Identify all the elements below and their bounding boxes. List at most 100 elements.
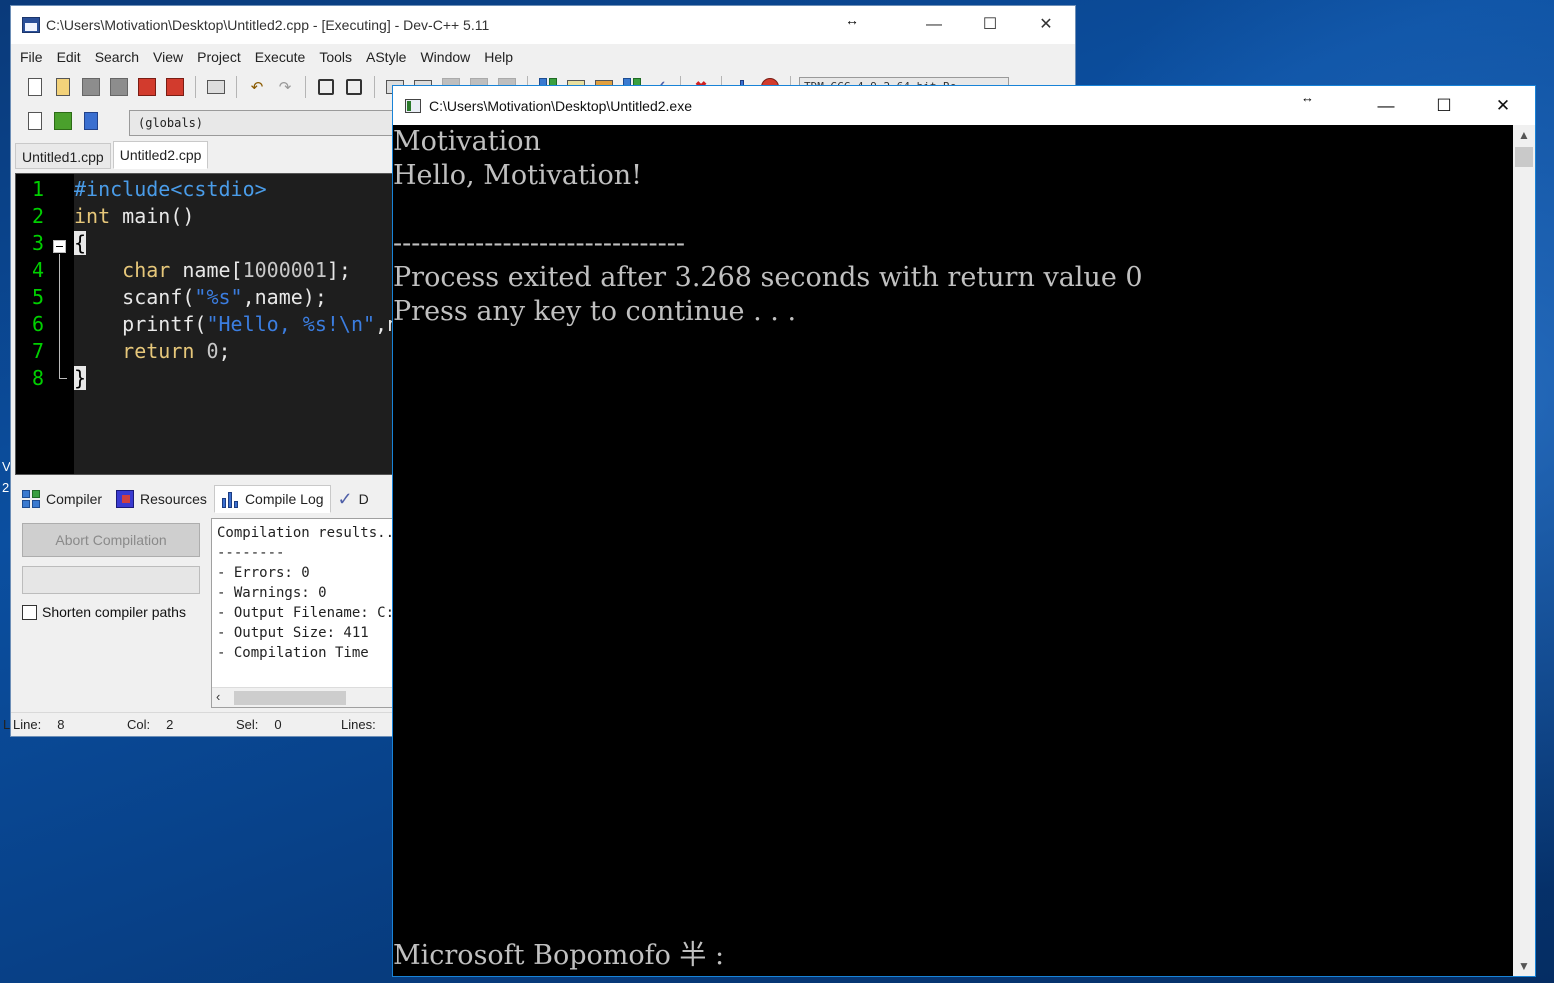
resources-icon bbox=[116, 490, 135, 508]
undo-button[interactable]: ↶ bbox=[245, 75, 269, 99]
new-file-button[interactable] bbox=[23, 75, 47, 99]
matched-brace: { bbox=[74, 231, 87, 255]
menu-edit[interactable]: Edit bbox=[50, 49, 88, 65]
menu-search[interactable]: Search bbox=[88, 49, 146, 65]
status-col-label: Col: bbox=[127, 717, 151, 732]
status-sel: Sel: 0 bbox=[236, 717, 282, 732]
close-all-button[interactable] bbox=[163, 75, 187, 99]
goto-icon bbox=[54, 112, 72, 130]
code-text-area[interactable]: #include<cstdio> int main() { char name[… bbox=[74, 174, 394, 474]
tab-compiler[interactable]: Compiler bbox=[15, 485, 109, 513]
print-icon bbox=[207, 80, 225, 94]
save-button[interactable] bbox=[79, 75, 103, 99]
close-file-button[interactable] bbox=[135, 75, 159, 99]
save-icon bbox=[82, 78, 100, 96]
console-window: C:\Users\Motivation\Desktop\Untitled2.ex… bbox=[392, 85, 1536, 977]
shorten-paths-checkbox[interactable] bbox=[22, 604, 37, 620]
fold-guide bbox=[59, 254, 60, 378]
console-vertical-scrollbar[interactable]: ▲ ▼ bbox=[1513, 125, 1535, 976]
menu-astyle[interactable]: AStyle bbox=[359, 49, 413, 65]
tab-untitled1[interactable]: Untitled1.cpp bbox=[15, 143, 111, 169]
scrollbar-thumb[interactable] bbox=[234, 691, 346, 705]
line-number: 8 bbox=[31, 366, 45, 390]
compile-log-output[interactable]: Compilation results... -------- - Errors… bbox=[211, 518, 399, 708]
tab-resources[interactable]: Resources bbox=[109, 485, 214, 513]
console-close-button[interactable]: ✕ bbox=[1474, 86, 1532, 125]
save-all-icon bbox=[110, 78, 128, 96]
status-line-label: Line: bbox=[13, 717, 42, 732]
find-button[interactable] bbox=[314, 75, 338, 99]
console-maximize-button[interactable]: ☐ bbox=[1415, 86, 1473, 125]
toolbar-separator bbox=[305, 76, 306, 98]
scrollbar-thumb[interactable] bbox=[1515, 147, 1533, 167]
menu-help[interactable]: Help bbox=[477, 49, 520, 65]
code-token: name[ bbox=[170, 258, 243, 282]
bookmark-button[interactable] bbox=[79, 109, 103, 133]
abort-compilation-button[interactable]: Abort Compilation bbox=[22, 523, 200, 557]
menu-view[interactable]: View bbox=[146, 49, 190, 65]
line-number: 3 bbox=[31, 231, 45, 255]
save-all-button[interactable] bbox=[107, 75, 131, 99]
bottom-panel-tabs: Compiler Resources Compile Log ✓ D bbox=[15, 484, 376, 514]
shorten-paths-option[interactable]: Shorten compiler paths bbox=[22, 604, 186, 620]
console-line: Process exited after 3.268 seconds with … bbox=[393, 262, 1143, 293]
redo-button[interactable]: ↷ bbox=[273, 75, 297, 99]
check-icon: ✓ bbox=[337, 488, 353, 509]
indent-token bbox=[74, 258, 122, 282]
status-lines: Lines: bbox=[341, 717, 376, 732]
console-output[interactable]: Motivation Hello, Motivation! ----------… bbox=[393, 125, 1513, 976]
close-button[interactable]: ✕ bbox=[1018, 6, 1074, 44]
log-line: Compilation results... bbox=[217, 525, 399, 541]
desktop-edge-text: 2 bbox=[2, 480, 10, 495]
find-icon bbox=[318, 79, 334, 95]
console-title-bar[interactable]: C:\Users\Motivation\Desktop\Untitled2.ex… bbox=[393, 86, 1535, 125]
tab-compile-log-label: Compile Log bbox=[244, 491, 324, 507]
scope-select[interactable]: (globals) bbox=[129, 110, 399, 136]
open-file-button[interactable] bbox=[51, 75, 75, 99]
toolbar-separator bbox=[195, 76, 196, 98]
scroll-up-icon[interactable]: ▲ bbox=[1513, 125, 1535, 145]
resize-cursor-icon: ↔ bbox=[1301, 90, 1314, 105]
print-button[interactable] bbox=[204, 75, 228, 99]
window-title: C:\Users\Motivation\Desktop\Untitled2.cp… bbox=[46, 17, 490, 33]
log-horizontal-scrollbar[interactable]: ‹ bbox=[212, 687, 398, 707]
menu-execute[interactable]: Execute bbox=[248, 49, 313, 65]
open-file-icon bbox=[56, 78, 70, 96]
menu-project[interactable]: Project bbox=[190, 49, 248, 65]
status-sel-value: 0 bbox=[274, 717, 282, 732]
indent-button[interactable] bbox=[23, 109, 47, 133]
tab-untitled2[interactable]: Untitled2.cpp bbox=[112, 141, 209, 169]
console-line: -------------------------------- bbox=[393, 228, 685, 259]
goto-button[interactable] bbox=[51, 109, 75, 133]
undo-icon: ↶ bbox=[250, 79, 264, 96]
code-editor[interactable]: 1 2 3 4 5 6 7 8 #include<cstdio> int mai… bbox=[15, 173, 395, 475]
log-line: - Errors: 0 bbox=[217, 565, 310, 581]
console-line: Press any key to continue . . . bbox=[393, 296, 797, 327]
string-token: "%s" bbox=[194, 285, 243, 309]
title-bar[interactable]: C:\Users\Motivation\Desktop\Untitled2.cp… bbox=[11, 6, 1075, 44]
code-line: { bbox=[74, 230, 394, 257]
compiler-icon bbox=[22, 490, 40, 508]
menu-bar: File Edit Search View Project Execute To… bbox=[11, 44, 1075, 70]
line-number: 5 bbox=[31, 285, 45, 309]
console-minimize-button[interactable]: — bbox=[1357, 86, 1415, 125]
replace-button[interactable] bbox=[342, 75, 366, 99]
fold-collapse-icon[interactable] bbox=[53, 240, 66, 253]
scroll-left-icon[interactable]: ‹ bbox=[216, 689, 220, 704]
line-gutter: 1 2 3 4 5 6 7 8 bbox=[16, 174, 74, 474]
status-sel-label: Sel: bbox=[236, 717, 259, 732]
close-all-icon bbox=[166, 78, 184, 96]
log-line: - Output Filename: C:\Users\Motivation\D… bbox=[217, 605, 398, 621]
bookmark-icon bbox=[84, 112, 98, 130]
code-line: #include<cstdio> bbox=[74, 176, 394, 203]
scroll-down-icon[interactable]: ▼ bbox=[1513, 956, 1535, 976]
tab-debug[interactable]: ✓ D bbox=[331, 485, 376, 513]
maximize-button[interactable]: ☐ bbox=[962, 6, 1018, 44]
minimize-button[interactable]: — bbox=[906, 6, 962, 44]
menu-tools[interactable]: Tools bbox=[312, 49, 359, 65]
tab-compile-log[interactable]: Compile Log bbox=[213, 485, 331, 513]
menu-window[interactable]: Window bbox=[413, 49, 477, 65]
menu-file[interactable]: File bbox=[13, 49, 50, 65]
chart-icon bbox=[221, 490, 239, 508]
tab-compiler-label: Compiler bbox=[46, 491, 103, 507]
